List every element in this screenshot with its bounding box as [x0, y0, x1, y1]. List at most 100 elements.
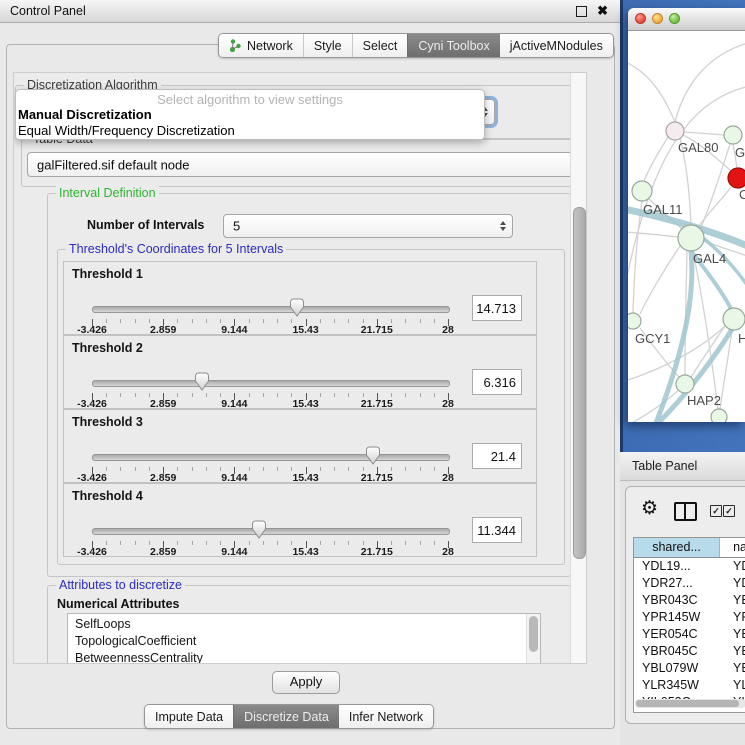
slider-track[interactable] [92, 306, 450, 313]
number-of-intervals-combobox[interactable]: 5 [223, 214, 513, 238]
node-gcy1[interactable] [628, 313, 641, 329]
slider-handle[interactable] [289, 298, 305, 317]
tab-network[interactable]: Network [219, 34, 303, 57]
table-cell[interactable]: YBL079W [634, 660, 720, 677]
table-cell[interactable]: YBR043C [634, 592, 720, 609]
threshold-2-slider[interactable] [92, 372, 448, 394]
threshold-2-value-field[interactable]: 6.316 [472, 369, 522, 395]
slider-handle[interactable] [365, 446, 381, 465]
zoom-traffic-light-icon[interactable] [669, 13, 680, 24]
table-cell[interactable]: YDR27... [634, 575, 720, 592]
tab-impute-data[interactable]: Impute Data [145, 705, 233, 728]
table-row[interactable]: YBR045CYBR0 [634, 643, 745, 660]
algorithm-option-manual[interactable]: Manual Discretization [16, 107, 484, 123]
attributes-list-scrollbar[interactable] [526, 614, 540, 664]
table-row[interactable]: YPR145WYPR1 [634, 609, 745, 626]
network-view-window[interactable]: GAL80 GA C GAL11 GAL4 GCY1 H HAP2 [628, 8, 745, 422]
thresholds-group-title: Threshold's Coordinates for 5 Intervals [66, 242, 286, 256]
node-h[interactable] [723, 308, 745, 330]
scrollbar-thumb[interactable] [573, 207, 586, 559]
threshold-1-value-field[interactable]: 14.713 [472, 295, 522, 321]
node-gal11[interactable] [632, 181, 652, 201]
scrollbar-thumb[interactable] [636, 700, 739, 707]
control-panel-tabs: Network Style Select Cyni Toolbox jActiv… [218, 33, 614, 58]
table-cell[interactable]: YDL1 [720, 558, 745, 575]
table-cell[interactable]: YER054C [634, 626, 720, 643]
node-label-gal80: GAL80 [678, 140, 718, 155]
slider-track[interactable] [92, 380, 450, 387]
table-row[interactable]: YBL079WYBL0 [634, 660, 745, 677]
slider-track[interactable] [92, 454, 450, 461]
table-row[interactable]: YLR345WYLR3 [634, 677, 745, 694]
checkbox-icon[interactable]: ✓ [723, 505, 735, 517]
node-ga[interactable] [724, 126, 742, 144]
table-panel-title: Table Panel [632, 452, 697, 480]
algorithm-option-equal-width[interactable]: Equal Width/Frequency Discretization [16, 123, 484, 139]
attribute-item[interactable]: TopologicalCoefficient [68, 633, 540, 650]
numerical-attributes-label: Numerical Attributes [57, 597, 179, 611]
node-label-gal11: GAL11 [643, 202, 683, 217]
table-row[interactable]: YDL19...YDL1 [634, 558, 745, 575]
close-traffic-light-icon[interactable] [635, 13, 646, 24]
tab-cyni-toolbox[interactable]: Cyni Toolbox [407, 34, 499, 57]
split-pane-icon[interactable] [674, 502, 697, 521]
table-cell[interactable]: YLR345W [634, 677, 720, 694]
numerical-attributes-list: SelfLoopsTopologicalCoefficientBetweenne… [68, 614, 540, 664]
table-panel-region: Table Panel ⚙ ✓ ✓ shared... na YDL19...Y… [620, 452, 745, 745]
table-cell[interactable]: YLR3 [720, 677, 745, 694]
table-cell[interactable]: YPR145W [634, 609, 720, 626]
node-gal80[interactable] [666, 122, 684, 140]
table-cell[interactable]: YBR0 [720, 592, 745, 609]
table-cell[interactable]: YPR1 [720, 609, 745, 626]
table-horizontal-scrollbar[interactable] [635, 699, 745, 708]
apply-button[interactable]: Apply [272, 671, 340, 694]
threshold-1-slider[interactable] [92, 298, 448, 320]
slider-handle[interactable] [251, 520, 267, 539]
threshold-4-label: Threshold 4 [72, 489, 143, 503]
threshold-3-slider[interactable] [92, 446, 448, 468]
table-cell[interactable]: YBL0 [720, 660, 745, 677]
column-header-name[interactable]: na [720, 538, 745, 557]
network-window-titlebar[interactable] [628, 8, 745, 31]
threshold-2-label: Threshold 2 [72, 341, 143, 355]
table-row[interactable]: YDR27...YDR2 [634, 575, 745, 592]
tab-jactivemnodules[interactable]: jActiveMNodules [500, 34, 613, 57]
table-row[interactable]: YBR043CYBR0 [634, 592, 745, 609]
column-header-shared[interactable]: shared... [634, 538, 720, 557]
node-gal4[interactable] [678, 225, 704, 251]
table-cell[interactable]: YDR2 [720, 575, 745, 592]
attribute-item[interactable]: SelfLoops [68, 616, 540, 633]
tab-discretize-data[interactable]: Discretize Data [233, 705, 339, 728]
slider-handle[interactable] [194, 372, 210, 391]
tab-infer-network[interactable]: Infer Network [339, 705, 433, 728]
threshold-3-value-field[interactable]: 21.4 [472, 443, 522, 469]
node-hap2[interactable] [676, 375, 694, 393]
minimize-traffic-light-icon[interactable] [652, 13, 663, 24]
network-canvas[interactable]: GAL80 GA C GAL11 GAL4 GCY1 H HAP2 [628, 31, 745, 422]
node-label-hap2: HAP2 [687, 393, 721, 408]
table-cell[interactable]: YDL19... [634, 558, 720, 575]
node-bottom-partial[interactable] [711, 409, 727, 422]
gear-icon[interactable]: ⚙ [641, 499, 658, 518]
checkbox-icon[interactable]: ✓ [710, 505, 722, 517]
settings-vertical-scrollbar[interactable] [570, 73, 587, 663]
float-window-button[interactable] [576, 6, 587, 17]
threshold-4-slider[interactable] [92, 520, 448, 542]
close-window-button[interactable]: ✖ [597, 3, 608, 19]
control-panel-titlebar: Control Panel ✖ [0, 0, 620, 23]
table-cell[interactable]: YBR045C [634, 643, 720, 660]
table-cell[interactable]: YBR0 [720, 643, 745, 660]
slider-track[interactable] [92, 528, 450, 535]
table-cell[interactable]: YER0 [720, 626, 745, 643]
tab-select[interactable]: Select [352, 34, 408, 57]
node-label-h: H [738, 331, 745, 346]
threshold-4-value-field[interactable]: 11.344 [472, 517, 522, 543]
table-row[interactable]: YER054CYER0 [634, 626, 745, 643]
node-label-ga: GA [735, 145, 745, 160]
node-red-selected[interactable] [728, 168, 745, 188]
attribute-item[interactable]: BetweennessCentrality [68, 650, 540, 664]
tab-style[interactable]: Style [303, 34, 352, 57]
slider-tick-labels: -3.4262.8599.14415.4321.71528 [92, 546, 448, 557]
table-data-combobox[interactable]: galFiltered.sif default node [27, 152, 587, 177]
threshold-1-panel: Threshold 1 -3.4262.8599.14415.4321.7152… [63, 261, 537, 335]
